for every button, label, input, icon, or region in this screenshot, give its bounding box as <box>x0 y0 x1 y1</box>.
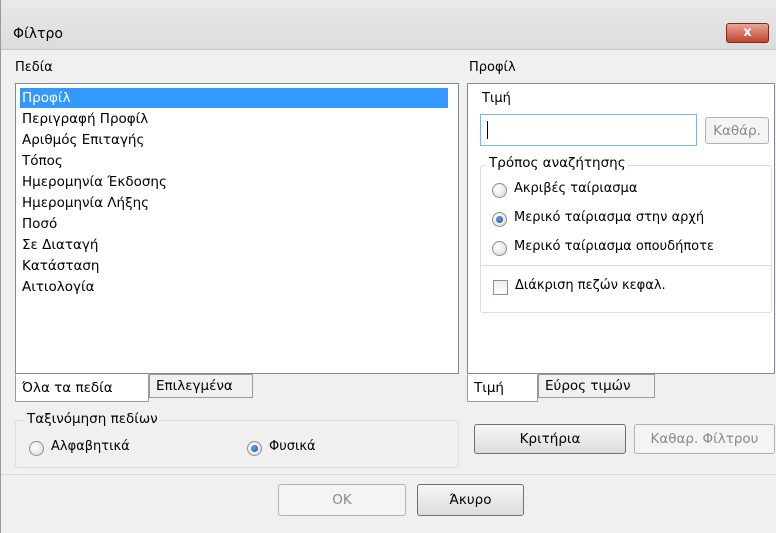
list-item[interactable]: Ημερομηνία Έκδοσης <box>20 172 448 192</box>
partial-start-radio[interactable] <box>492 212 507 227</box>
tab-all-fields[interactable]: Όλα τα πεδία <box>15 374 149 402</box>
fields-list[interactable]: Προφίλ Περιγραφή Προφίλ Αριθμός Επιταγής… <box>15 83 459 374</box>
exact-match-radio[interactable] <box>492 183 507 198</box>
sort-alphabetical-label: Αλφαβητικά <box>51 439 130 454</box>
list-item[interactable]: Ποσό <box>20 214 448 234</box>
text-caret <box>487 121 488 139</box>
value-input[interactable] <box>480 114 697 146</box>
tab-value[interactable]: Τιμή <box>467 374 538 402</box>
filter-dialog: Φίλτρο x Πεδία Προφίλ Περιγραφή Προφίλ Α… <box>0 0 776 533</box>
tab-value-range[interactable]: Εύρος τιμών <box>538 374 655 398</box>
close-icon: x <box>743 25 752 40</box>
sort-natural-radio[interactable] <box>247 441 262 456</box>
group-divider <box>481 265 771 266</box>
window-title: Φίλτρο <box>13 26 63 42</box>
criteria-button[interactable]: Κριτήρια <box>474 424 626 454</box>
list-item[interactable]: Προφίλ <box>20 88 448 108</box>
tab-selected-fields[interactable]: Επιλεγμένα <box>149 374 253 398</box>
clear-value-button[interactable]: Καθάρ. <box>705 117 769 144</box>
clear-filter-button[interactable]: Καθαρ. Φίλτρου <box>634 424 775 454</box>
list-item[interactable]: Τόπος <box>20 151 448 171</box>
search-mode-legend: Τρόπος αναζήτησης <box>487 155 628 171</box>
list-item[interactable]: Περιγραφή Προφίλ <box>20 109 448 129</box>
sort-alphabetical-radio[interactable] <box>29 441 44 456</box>
case-sensitive-checkbox[interactable] <box>493 280 508 295</box>
close-button[interactable]: x <box>726 23 769 43</box>
ok-button[interactable]: OK <box>278 484 406 516</box>
list-item[interactable]: Αιτιολογία <box>20 277 448 297</box>
list-item[interactable]: Αριθμός Επιταγής <box>20 130 448 150</box>
bottom-separator <box>1 474 776 475</box>
partial-anywhere-label: Μερικό ταίριασμα οπουδήποτε <box>514 239 714 254</box>
list-item[interactable]: Κατάσταση <box>20 256 448 276</box>
partial-start-label: Μερικό ταίριασμα στην αρχή <box>514 210 705 225</box>
profile-label: Προφίλ <box>469 60 516 75</box>
sort-natural-label: Φυσικά <box>269 439 316 454</box>
exact-match-label: Ακριβές ταίριασμα <box>514 181 638 196</box>
title-bar[interactable]: Φίλτρο x <box>1 0 776 50</box>
case-sensitive-label: Διάκριση πεζών κεφαλ. <box>515 278 666 293</box>
list-item[interactable]: Ημερομηνία Λήξης <box>20 193 448 213</box>
list-item[interactable]: Σε Διαταγή <box>20 235 448 255</box>
fields-label: Πεδία <box>15 60 53 75</box>
cancel-button[interactable]: Άκυρο <box>417 484 524 516</box>
sort-fields-legend: Ταξινόμηση πεδίων <box>25 411 160 427</box>
partial-anywhere-radio[interactable] <box>492 241 507 256</box>
value-label: Τιμή <box>482 91 511 106</box>
